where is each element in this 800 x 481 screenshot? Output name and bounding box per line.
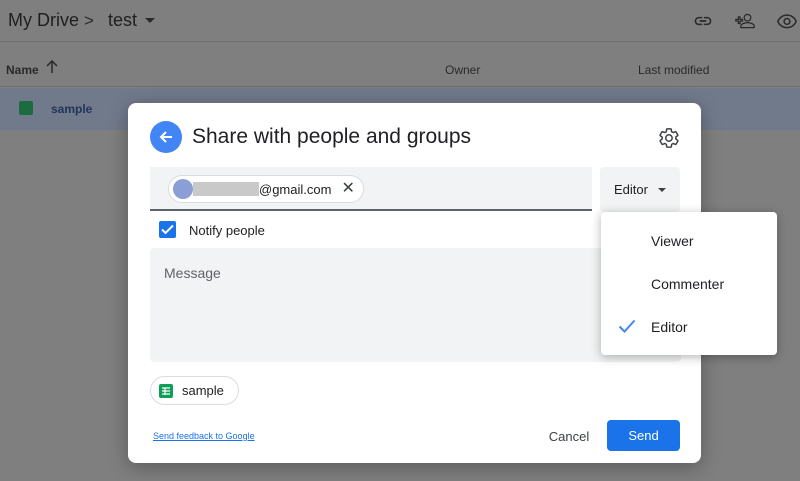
role-dropdown-button[interactable]: Editor xyxy=(600,167,680,212)
menu-item-label: Viewer xyxy=(651,233,694,249)
gear-icon[interactable] xyxy=(658,127,680,149)
checkmark-icon xyxy=(161,224,174,235)
breadcrumb-my-drive[interactable]: My Drive xyxy=(8,10,79,31)
avatar xyxy=(173,179,193,199)
sheets-icon xyxy=(19,101,33,115)
breadcrumb-separator: > xyxy=(84,11,94,30)
arrow-left-icon xyxy=(159,131,172,143)
recipients-input[interactable]: @gmail.com ✕ xyxy=(150,167,592,211)
menu-item-label: Commenter xyxy=(651,276,725,292)
caret-down-icon xyxy=(657,187,666,192)
notify-people-checkbox[interactable] xyxy=(159,221,176,238)
send-button[interactable]: Send xyxy=(607,420,680,451)
send-feedback-link[interactable]: Send feedback to Google xyxy=(153,431,255,441)
role-menu: Viewer Commenter Editor xyxy=(601,212,777,355)
sort-arrow-up-icon[interactable] xyxy=(46,60,58,74)
cancel-button[interactable]: Cancel xyxy=(540,421,598,451)
message-placeholder: Message xyxy=(164,265,221,281)
menu-item-label: Editor xyxy=(651,319,688,335)
dialog-title: Share with people and groups xyxy=(192,125,472,148)
role-dropdown-label: Editor xyxy=(614,182,648,197)
back-button[interactable] xyxy=(150,121,182,153)
checkmark-icon xyxy=(618,319,636,333)
redacted-email-prefix xyxy=(193,182,259,196)
breadcrumb-folder[interactable]: test xyxy=(108,10,137,31)
eye-icon[interactable] xyxy=(776,11,798,31)
column-last-modified[interactable]: Last modified xyxy=(638,63,709,77)
recipient-chip[interactable]: @gmail.com ✕ xyxy=(168,175,364,203)
notify-people-label[interactable]: Notify people xyxy=(189,223,265,238)
sheets-icon xyxy=(159,383,173,398)
menu-item-viewer[interactable]: Viewer xyxy=(601,220,777,260)
column-header-row: Name Owner Last modified xyxy=(0,43,800,87)
file-name: sample xyxy=(51,102,93,116)
chevron-down-icon[interactable] xyxy=(145,18,155,23)
column-owner: Owner xyxy=(445,63,481,77)
add-person-icon[interactable] xyxy=(734,11,756,31)
shared-file-chip: sample xyxy=(150,376,239,405)
drive-topbar: My Drive > test xyxy=(0,0,800,42)
column-name[interactable]: Name xyxy=(6,63,39,77)
shared-file-name: sample xyxy=(182,383,224,398)
menu-item-editor[interactable]: Editor xyxy=(601,306,777,346)
link-icon[interactable] xyxy=(692,11,714,31)
menu-item-commenter[interactable]: Commenter xyxy=(601,263,777,303)
close-icon[interactable]: ✕ xyxy=(341,181,354,197)
recipient-email: @gmail.com xyxy=(259,181,332,197)
